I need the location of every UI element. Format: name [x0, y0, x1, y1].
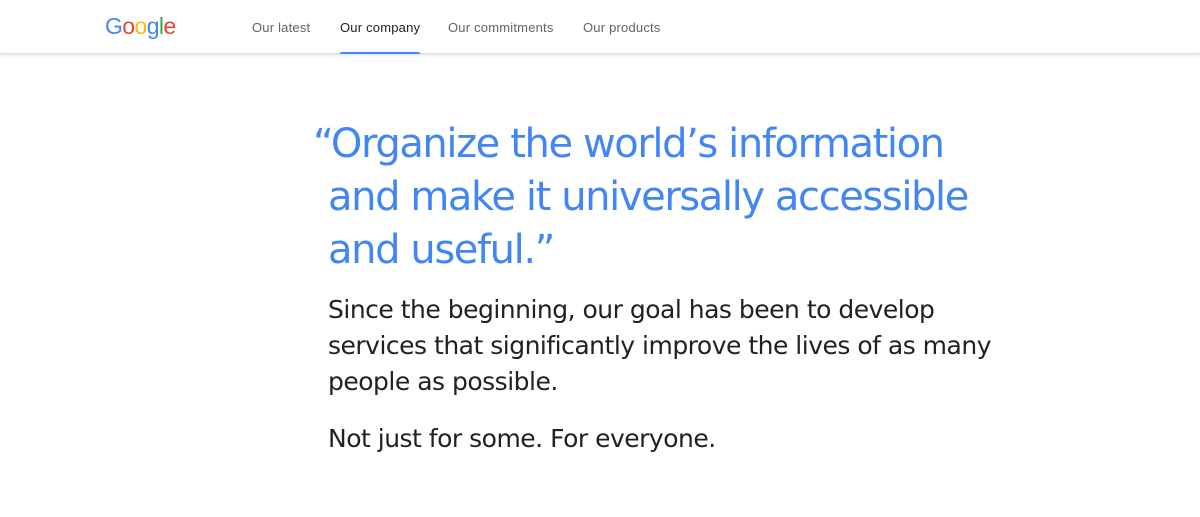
quote-line: and make it universally accessible — [328, 174, 969, 220]
quote-line: “Organize the world’s information — [313, 121, 945, 167]
nav-our-commitments[interactable]: Our commitments — [448, 0, 554, 54]
tagline: Not just for some. For everyone. — [328, 424, 716, 453]
logo-letter: o — [134, 13, 148, 39]
logo-letter: o — [122, 13, 135, 39]
quote-line: and useful.” — [328, 227, 555, 273]
mission-description: Since the beginning, our goal has been t… — [328, 292, 1088, 400]
nav-label: Our company — [340, 19, 421, 35]
nav-our-products[interactable]: Our products — [583, 0, 661, 54]
logo-letter: G — [105, 13, 123, 39]
description-line: people as possible. — [328, 367, 558, 396]
nav-label: Our latest — [252, 19, 311, 35]
nav-label: Our products — [583, 19, 661, 35]
active-tab-indicator — [340, 52, 421, 54]
description-line: Since the beginning, our goal has been t… — [328, 295, 935, 324]
nav-label: Our commitments — [448, 19, 554, 35]
nav-our-latest[interactable]: Our latest — [252, 0, 310, 54]
google-logo[interactable]: Google — [105, 11, 176, 41]
mission-quote: “Organize the world’s information and ma… — [313, 118, 1073, 277]
logo-letter: g — [146, 13, 160, 39]
description-line: services that significantly improve the … — [328, 331, 992, 360]
logo-letter: e — [163, 13, 176, 39]
nav-our-company[interactable]: Our company — [340, 0, 421, 54]
site-header: Google Our latest Our company Our commit… — [0, 0, 1200, 54]
